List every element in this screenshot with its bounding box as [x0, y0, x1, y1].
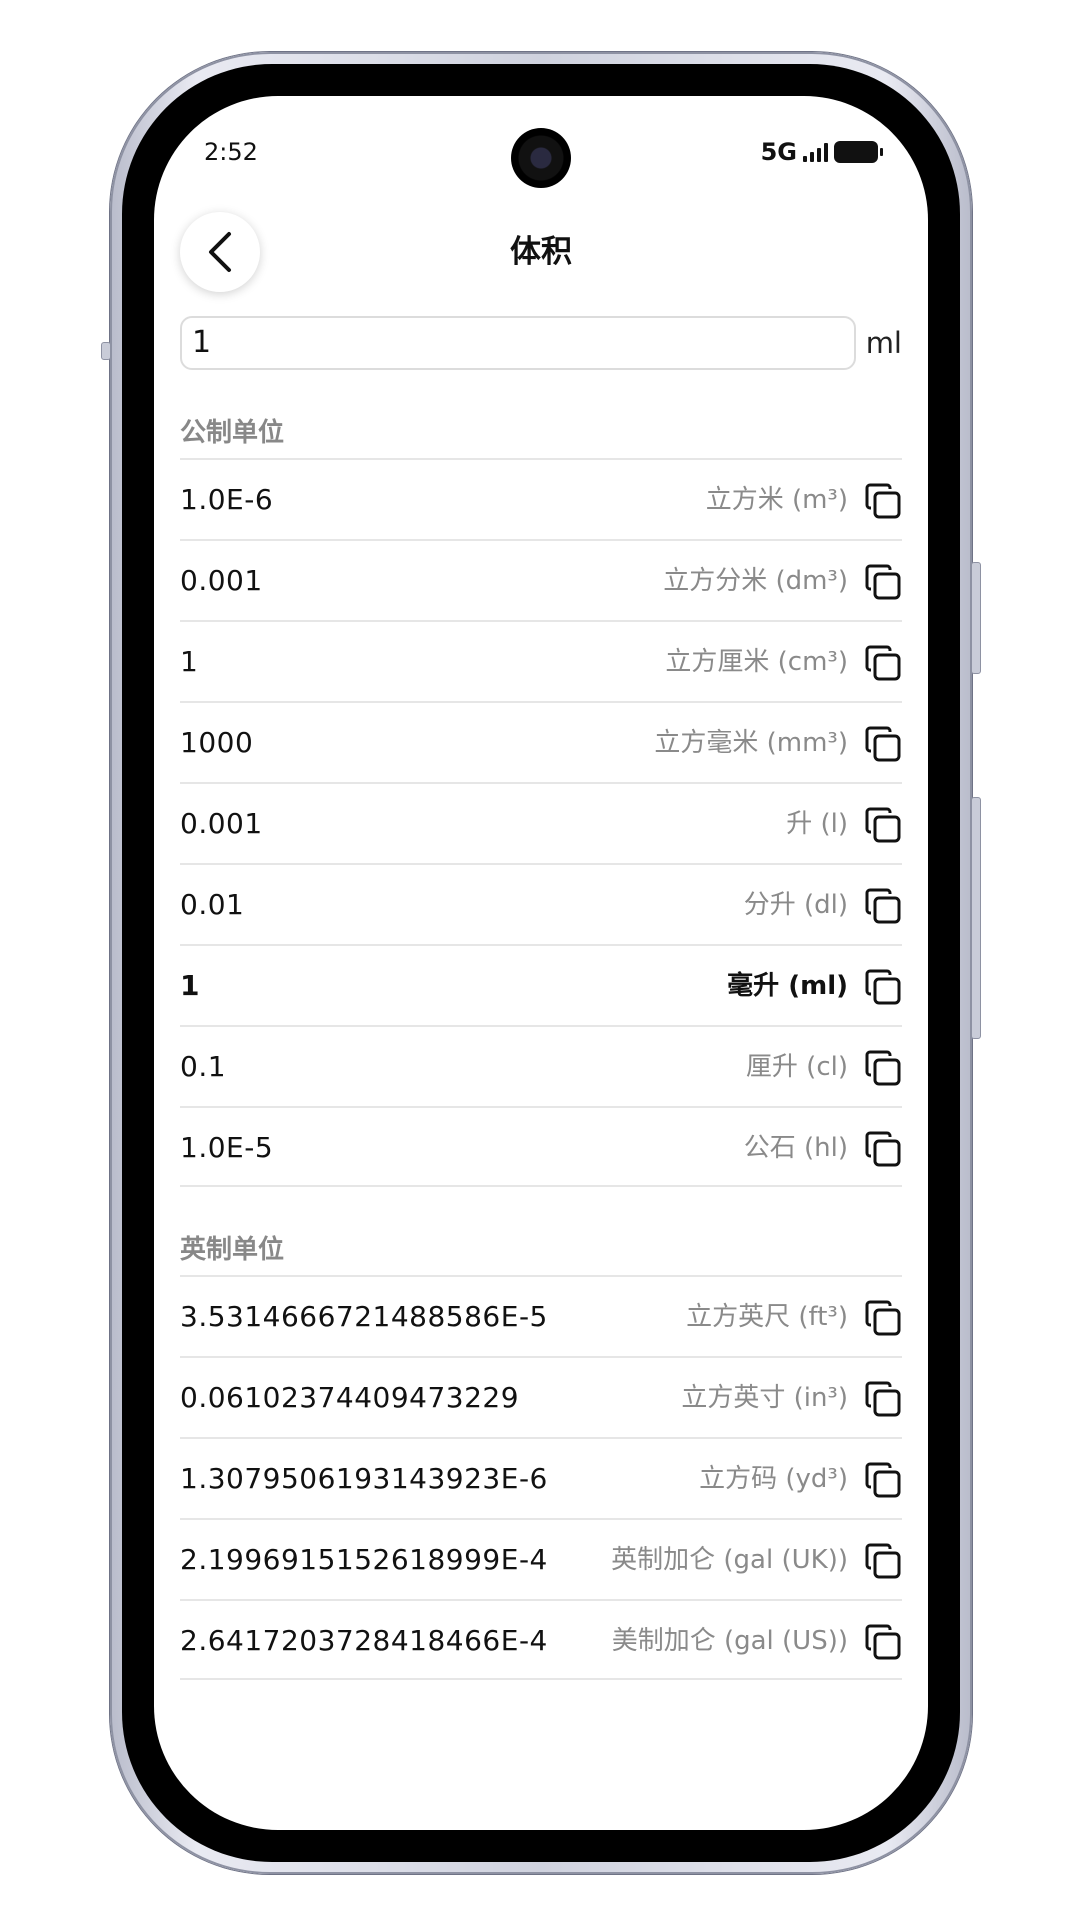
table-row: 1.0E-6 立方米 (m³): [180, 458, 902, 539]
screen: 2:52 5G 体积 1 ml 公制单位 1.0E-6 立方米 (m³) 0.0…: [154, 96, 928, 1830]
table-row: 1.0E-5 公石 (hl): [180, 1106, 902, 1187]
row-unit: 立方英寸 (in³): [681, 1383, 848, 1413]
row-unit: 分升 (dl): [743, 890, 848, 920]
row-unit: 立方毫米 (mm³): [654, 728, 848, 758]
copy-icon[interactable]: [864, 1461, 902, 1499]
copy-icon[interactable]: [864, 1623, 902, 1661]
row-value: 1: [180, 969, 200, 1002]
copy-icon[interactable]: [864, 563, 902, 601]
row-unit: 立方分米 (dm³): [663, 566, 848, 596]
copy-icon[interactable]: [864, 1380, 902, 1418]
phone-frame: 2:52 5G 体积 1 ml 公制单位 1.0E-6 立方米 (m³) 0.0…: [101, 52, 981, 1874]
status-bar: 2:52 5G: [204, 132, 883, 172]
copy-icon[interactable]: [864, 725, 902, 763]
row-unit: 立方厘米 (cm³): [665, 647, 848, 677]
imperial-list: 3.5314666721488586E-5 立方英尺 (ft³) 0.06102…: [180, 1275, 902, 1680]
table-row: 2.1996915152618999E-4 英制加仑 (gal (UK)): [180, 1518, 902, 1599]
copy-icon[interactable]: [864, 968, 902, 1006]
table-row: 1.3079506193143923E-6 立方码 (yd³): [180, 1437, 902, 1518]
volume-up-button: [971, 562, 981, 674]
copy-icon[interactable]: [864, 1049, 902, 1087]
table-row: 1 立方厘米 (cm³): [180, 620, 902, 701]
row-unit: 立方码 (yd³): [699, 1464, 848, 1494]
section-header-imperial: 英制单位: [180, 1235, 285, 1265]
signal-icon: [803, 142, 828, 162]
table-row: 0.001 立方分米 (dm³): [180, 539, 902, 620]
copy-icon[interactable]: [864, 1130, 902, 1168]
table-row: 3.5314666721488586E-5 立方英尺 (ft³): [180, 1275, 902, 1356]
table-row: 0.06102374409473229 立方英寸 (in³): [180, 1356, 902, 1437]
table-row: 2.6417203728418466E-4 美制加仑 (gal (US)): [180, 1599, 902, 1680]
page-title: 体积: [510, 234, 572, 270]
row-value: 1.0E-5: [180, 1131, 274, 1164]
row-unit: 升 (l): [786, 809, 848, 839]
row-value: 1000: [180, 726, 254, 759]
power-button: [971, 797, 981, 1039]
row-unit: 立方英尺 (ft³): [686, 1302, 848, 1332]
battery-icon: [834, 141, 883, 163]
amount-input[interactable]: 1: [180, 316, 856, 370]
table-row: 0.001 升 (l): [180, 782, 902, 863]
copy-icon[interactable]: [864, 644, 902, 682]
table-row-selected: 1 毫升 (ml): [180, 944, 902, 1025]
table-row: 0.1 厘升 (cl): [180, 1025, 902, 1106]
table-row: 1000 立方毫米 (mm³): [180, 701, 902, 782]
section-header-metric: 公制单位: [180, 418, 285, 448]
row-value: 0.001: [180, 564, 263, 597]
row-value: 3.5314666721488586E-5: [180, 1300, 548, 1333]
row-value: 1.3079506193143923E-6: [180, 1462, 548, 1495]
row-value: 2.1996915152618999E-4: [180, 1543, 548, 1576]
bezel: 2:52 5G 体积 1 ml 公制单位 1.0E-6 立方米 (m³) 0.0…: [122, 64, 960, 1862]
row-unit: 公石 (hl): [743, 1133, 848, 1163]
input-row: 1 ml: [180, 316, 902, 372]
input-unit: ml: [865, 326, 902, 360]
table-row: 0.01 分升 (dl): [180, 863, 902, 944]
status-icons: 5G: [760, 132, 883, 172]
copy-icon[interactable]: [864, 806, 902, 844]
row-unit: 立方米 (m³): [705, 485, 848, 515]
copy-icon[interactable]: [864, 1299, 902, 1337]
row-value: 0.001: [180, 807, 263, 840]
row-unit: 美制加仑 (gal (US)): [611, 1626, 848, 1656]
side-notch: [101, 342, 111, 360]
row-value: 1.0E-6: [180, 483, 274, 516]
copy-icon[interactable]: [864, 482, 902, 520]
row-value: 0.06102374409473229: [180, 1381, 520, 1414]
row-unit: 厘升 (cl): [745, 1052, 848, 1082]
network-type: 5G: [760, 138, 797, 166]
row-value: 0.01: [180, 888, 245, 921]
copy-icon[interactable]: [864, 887, 902, 925]
status-time: 2:52: [204, 138, 258, 166]
row-value: 0.1: [180, 1050, 227, 1083]
row-unit: 毫升 (ml): [727, 971, 848, 1001]
row-value: 2.6417203728418466E-4: [180, 1624, 548, 1657]
metric-list: 1.0E-6 立方米 (m³) 0.001 立方分米 (dm³) 1 立方厘米 …: [180, 458, 902, 1187]
row-value: 1: [180, 645, 199, 678]
row-unit: 英制加仑 (gal (UK)): [611, 1545, 848, 1575]
copy-icon[interactable]: [864, 1542, 902, 1580]
